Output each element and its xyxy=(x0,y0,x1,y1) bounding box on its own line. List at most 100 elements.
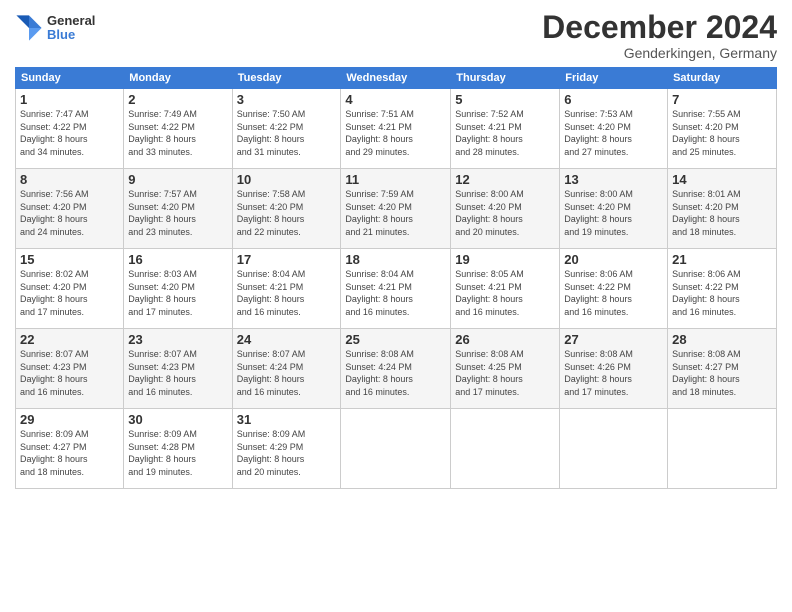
day-number: 29 xyxy=(20,412,119,427)
day-info: Sunrise: 7:50 AMSunset: 4:22 PMDaylight:… xyxy=(237,108,337,158)
day-cell: 11 Sunrise: 7:59 AMSunset: 4:20 PMDaylig… xyxy=(341,169,451,249)
week-row-2: 8 Sunrise: 7:56 AMSunset: 4:20 PMDayligh… xyxy=(16,169,777,249)
day-info: Sunrise: 8:05 AMSunset: 4:21 PMDaylight:… xyxy=(455,268,555,318)
day-info: Sunrise: 8:01 AMSunset: 4:20 PMDaylight:… xyxy=(672,188,772,238)
week-row-5: 29 Sunrise: 8:09 AMSunset: 4:27 PMDaylig… xyxy=(16,409,777,489)
header-tuesday: Tuesday xyxy=(232,68,341,89)
day-number: 5 xyxy=(455,92,555,107)
day-cell: 25 Sunrise: 8:08 AMSunset: 4:24 PMDaylig… xyxy=(341,329,451,409)
day-cell: 29 Sunrise: 8:09 AMSunset: 4:27 PMDaylig… xyxy=(16,409,124,489)
day-info: Sunrise: 8:04 AMSunset: 4:21 PMDaylight:… xyxy=(237,268,337,318)
day-number: 28 xyxy=(672,332,772,347)
day-cell: 12 Sunrise: 8:00 AMSunset: 4:20 PMDaylig… xyxy=(451,169,560,249)
day-cell: 19 Sunrise: 8:05 AMSunset: 4:21 PMDaylig… xyxy=(451,249,560,329)
day-number: 22 xyxy=(20,332,119,347)
day-number: 7 xyxy=(672,92,772,107)
day-cell: 17 Sunrise: 8:04 AMSunset: 4:21 PMDaylig… xyxy=(232,249,341,329)
week-row-3: 15 Sunrise: 8:02 AMSunset: 4:20 PMDaylig… xyxy=(16,249,777,329)
day-cell xyxy=(668,409,777,489)
header-wednesday: Wednesday xyxy=(341,68,451,89)
day-number: 25 xyxy=(345,332,446,347)
day-number: 30 xyxy=(128,412,227,427)
header-saturday: Saturday xyxy=(668,68,777,89)
day-info: Sunrise: 7:55 AMSunset: 4:20 PMDaylight:… xyxy=(672,108,772,158)
day-info: Sunrise: 8:00 AMSunset: 4:20 PMDaylight:… xyxy=(455,188,555,238)
day-info: Sunrise: 7:49 AMSunset: 4:22 PMDaylight:… xyxy=(128,108,227,158)
day-info: Sunrise: 7:56 AMSunset: 4:20 PMDaylight:… xyxy=(20,188,119,238)
day-cell xyxy=(341,409,451,489)
day-cell: 18 Sunrise: 8:04 AMSunset: 4:21 PMDaylig… xyxy=(341,249,451,329)
day-number: 8 xyxy=(20,172,119,187)
day-info: Sunrise: 8:08 AMSunset: 4:26 PMDaylight:… xyxy=(564,348,663,398)
day-number: 18 xyxy=(345,252,446,267)
day-info: Sunrise: 8:08 AMSunset: 4:25 PMDaylight:… xyxy=(455,348,555,398)
day-number: 10 xyxy=(237,172,337,187)
day-number: 24 xyxy=(237,332,337,347)
calendar-table: Sunday Monday Tuesday Wednesday Thursday… xyxy=(15,67,777,489)
day-cell: 20 Sunrise: 8:06 AMSunset: 4:22 PMDaylig… xyxy=(560,249,668,329)
logo-text: General Blue xyxy=(47,14,95,43)
day-cell: 28 Sunrise: 8:08 AMSunset: 4:27 PMDaylig… xyxy=(668,329,777,409)
day-info: Sunrise: 8:07 AMSunset: 4:23 PMDaylight:… xyxy=(128,348,227,398)
header-thursday: Thursday xyxy=(451,68,560,89)
day-cell: 1 Sunrise: 7:47 AMSunset: 4:22 PMDayligh… xyxy=(16,89,124,169)
day-info: Sunrise: 7:51 AMSunset: 4:21 PMDaylight:… xyxy=(345,108,446,158)
day-number: 6 xyxy=(564,92,663,107)
day-info: Sunrise: 7:59 AMSunset: 4:20 PMDaylight:… xyxy=(345,188,446,238)
day-info: Sunrise: 8:04 AMSunset: 4:21 PMDaylight:… xyxy=(345,268,446,318)
day-info: Sunrise: 8:09 AMSunset: 4:29 PMDaylight:… xyxy=(237,428,337,478)
day-cell: 2 Sunrise: 7:49 AMSunset: 4:22 PMDayligh… xyxy=(124,89,232,169)
day-number: 1 xyxy=(20,92,119,107)
day-cell: 4 Sunrise: 7:51 AMSunset: 4:21 PMDayligh… xyxy=(341,89,451,169)
day-info: Sunrise: 8:07 AMSunset: 4:24 PMDaylight:… xyxy=(237,348,337,398)
day-number: 31 xyxy=(237,412,337,427)
day-info: Sunrise: 8:08 AMSunset: 4:24 PMDaylight:… xyxy=(345,348,446,398)
day-cell: 23 Sunrise: 8:07 AMSunset: 4:23 PMDaylig… xyxy=(124,329,232,409)
day-number: 14 xyxy=(672,172,772,187)
month-title: December 2024 xyxy=(542,10,777,45)
day-info: Sunrise: 8:06 AMSunset: 4:22 PMDaylight:… xyxy=(672,268,772,318)
logo-blue: Blue xyxy=(47,28,95,42)
day-number: 19 xyxy=(455,252,555,267)
day-cell: 21 Sunrise: 8:06 AMSunset: 4:22 PMDaylig… xyxy=(668,249,777,329)
title-section: December 2024 Genderkingen, Germany xyxy=(542,10,777,61)
day-cell: 31 Sunrise: 8:09 AMSunset: 4:29 PMDaylig… xyxy=(232,409,341,489)
day-info: Sunrise: 8:08 AMSunset: 4:27 PMDaylight:… xyxy=(672,348,772,398)
day-info: Sunrise: 8:03 AMSunset: 4:20 PMDaylight:… xyxy=(128,268,227,318)
day-info: Sunrise: 8:09 AMSunset: 4:27 PMDaylight:… xyxy=(20,428,119,478)
day-info: Sunrise: 8:06 AMSunset: 4:22 PMDaylight:… xyxy=(564,268,663,318)
day-cell: 7 Sunrise: 7:55 AMSunset: 4:20 PMDayligh… xyxy=(668,89,777,169)
day-info: Sunrise: 8:00 AMSunset: 4:20 PMDaylight:… xyxy=(564,188,663,238)
logo-general: General xyxy=(47,14,95,28)
logo: General Blue xyxy=(15,14,95,43)
day-number: 17 xyxy=(237,252,337,267)
day-cell: 10 Sunrise: 7:58 AMSunset: 4:20 PMDaylig… xyxy=(232,169,341,249)
day-number: 9 xyxy=(128,172,227,187)
day-number: 13 xyxy=(564,172,663,187)
logo-icon xyxy=(15,14,43,42)
day-cell xyxy=(560,409,668,489)
day-number: 3 xyxy=(237,92,337,107)
day-cell: 16 Sunrise: 8:03 AMSunset: 4:20 PMDaylig… xyxy=(124,249,232,329)
day-info: Sunrise: 8:09 AMSunset: 4:28 PMDaylight:… xyxy=(128,428,227,478)
day-cell: 8 Sunrise: 7:56 AMSunset: 4:20 PMDayligh… xyxy=(16,169,124,249)
calendar-header-row: Sunday Monday Tuesday Wednesday Thursday… xyxy=(16,68,777,89)
day-cell: 9 Sunrise: 7:57 AMSunset: 4:20 PMDayligh… xyxy=(124,169,232,249)
day-cell: 5 Sunrise: 7:52 AMSunset: 4:21 PMDayligh… xyxy=(451,89,560,169)
day-info: Sunrise: 7:58 AMSunset: 4:20 PMDaylight:… xyxy=(237,188,337,238)
header: General Blue December 2024 Genderkingen,… xyxy=(15,10,777,61)
day-info: Sunrise: 7:57 AMSunset: 4:20 PMDaylight:… xyxy=(128,188,227,238)
day-number: 16 xyxy=(128,252,227,267)
day-info: Sunrise: 8:07 AMSunset: 4:23 PMDaylight:… xyxy=(20,348,119,398)
day-info: Sunrise: 7:47 AMSunset: 4:22 PMDaylight:… xyxy=(20,108,119,158)
location: Genderkingen, Germany xyxy=(542,45,777,61)
week-row-1: 1 Sunrise: 7:47 AMSunset: 4:22 PMDayligh… xyxy=(16,89,777,169)
header-sunday: Sunday xyxy=(16,68,124,89)
header-friday: Friday xyxy=(560,68,668,89)
week-row-4: 22 Sunrise: 8:07 AMSunset: 4:23 PMDaylig… xyxy=(16,329,777,409)
day-info: Sunrise: 8:02 AMSunset: 4:20 PMDaylight:… xyxy=(20,268,119,318)
day-cell: 13 Sunrise: 8:00 AMSunset: 4:20 PMDaylig… xyxy=(560,169,668,249)
day-cell: 3 Sunrise: 7:50 AMSunset: 4:22 PMDayligh… xyxy=(232,89,341,169)
page: General Blue December 2024 Genderkingen,… xyxy=(0,0,792,612)
day-number: 23 xyxy=(128,332,227,347)
